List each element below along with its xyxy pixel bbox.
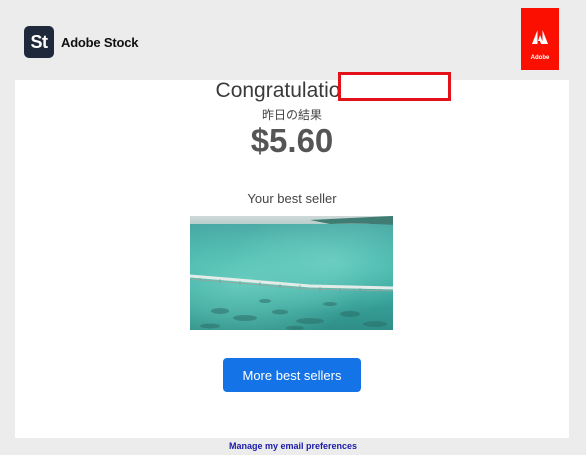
more-best-sellers-button[interactable]: More best sellers [223, 358, 361, 392]
results-subtitle: 昨日の結果 [261, 108, 322, 122]
email-card: Congratulations, 昨日の結果 $5.60 Your best s… [15, 72, 569, 438]
earnings-amount: $5.60 [250, 122, 334, 159]
adobe-logo-text: Adobe [530, 55, 550, 61]
adobe-stock-wordmark: Adobe Stock [61, 34, 139, 50]
best-seller-label: Your best seller [247, 191, 337, 206]
aerial-sea-bridge-photo-icon [190, 216, 393, 330]
manage-email-preferences-link[interactable]: Manage my email preferences [0, 441, 586, 451]
adobe-stock-logo: St Adobe Stock [24, 26, 138, 58]
redacted-name-box [338, 72, 451, 101]
adobe-logo: Adobe [521, 8, 559, 70]
adobe-a-icon [532, 30, 548, 44]
greeting-heading: Congratulations, [215, 79, 369, 102]
adobe-stock-icon: St [24, 26, 54, 58]
best-seller-photo[interactable] [190, 216, 393, 330]
